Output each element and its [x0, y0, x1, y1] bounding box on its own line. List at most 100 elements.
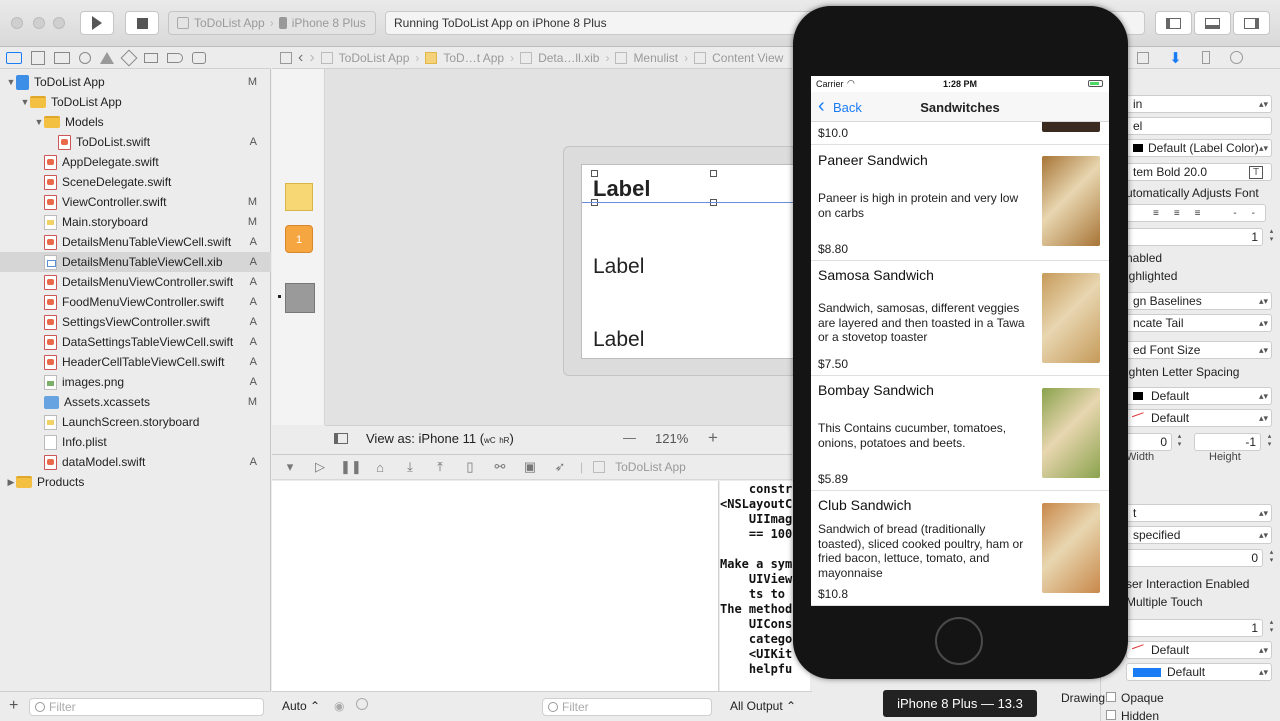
sandwich-cell[interactable]: Samosa Sandwich Sandwich, samosas, differ… [811, 261, 1109, 376]
shadow-height-stepper[interactable]: ▴ ▾ [1265, 433, 1274, 451]
home-button[interactable] [935, 617, 983, 665]
pause-icon[interactable]: ❚❚ [340, 459, 362, 475]
close-window-button[interactable] [11, 17, 23, 29]
toggle-navigator-button[interactable] [1155, 11, 1192, 35]
toggle-debug-area-button[interactable] [1194, 11, 1231, 35]
shadow-height-field[interactable]: -1 [1194, 433, 1261, 451]
sandwich-cell[interactable]: Bombay Sandwich This Contains cucumber, t… [811, 376, 1109, 491]
breakpoint-icon[interactable] [167, 52, 183, 63]
navigator-item[interactable]: HeaderCellTableViewCell.swift A [0, 352, 271, 372]
tint-popup[interactable]: Default ▴▾ [1126, 663, 1272, 681]
navigator-item[interactable]: ▼ ToDoList App [0, 92, 271, 112]
folder-icon[interactable] [6, 51, 22, 64]
breakpoints-toggle-icon[interactable]: ▷ [310, 459, 330, 475]
navigator-item[interactable]: DetailsMenuTableViewCell.xib A [0, 252, 271, 272]
alpha-stepper[interactable]: ▴ ▾ [1267, 619, 1276, 637]
output-selector[interactable]: All Output ⌃ [730, 699, 796, 713]
zoom-window-button[interactable] [53, 17, 65, 29]
connections-icon[interactable] [1229, 51, 1243, 64]
navigator-item[interactable]: ToDoList.swift A [0, 132, 271, 152]
navigator-item[interactable]: DataSettingsTableViewCell.swift A [0, 332, 271, 352]
step-in-icon[interactable]: ⤓ [400, 459, 420, 475]
navigator-item[interactable]: ▼ Models [0, 112, 271, 132]
jump-bar-crumb[interactable]: Content View [712, 51, 783, 65]
jump-bar-crumb[interactable]: Menulist [633, 51, 678, 65]
auto-adjust-label[interactable]: utomatically Adjusts Font [1126, 186, 1259, 200]
issue-icon[interactable] [100, 51, 114, 64]
alignment-control[interactable]: ≡≡≡ --- [1126, 204, 1266, 222]
shadow-color-popup[interactable]: Default ▴▾ [1126, 409, 1272, 427]
zoom-in-button[interactable]: + [708, 428, 718, 448]
shadow-width-field[interactable]: 0 [1126, 433, 1172, 451]
jump-bar-crumb[interactable]: Deta…ll.xib [538, 51, 599, 65]
label-text-field[interactable]: el [1126, 117, 1272, 135]
location-icon[interactable]: ➶ [550, 459, 570, 475]
alpha-field[interactable]: 1 [1126, 619, 1263, 637]
baseline-popup[interactable]: gn Baselines ▴▾ [1126, 292, 1272, 310]
files-owner-icon[interactable] [285, 183, 313, 211]
text-color-popup[interactable]: Default (Label Color) ▴▾ [1126, 139, 1272, 157]
view-as-label[interactable]: View as: iPhone 11 (wC hR) [366, 431, 514, 446]
navigator-item[interactable]: ▼ ToDoList App M [0, 72, 271, 92]
font-field[interactable]: tem Bold 20.0 T [1126, 163, 1272, 181]
related-items-icon[interactable] [280, 51, 292, 64]
disclosure-triangle-icon[interactable]: ▼ [6, 77, 16, 87]
variables-view[interactable] [272, 481, 719, 691]
hide-debug-icon[interactable]: ▾ [280, 459, 300, 475]
lines-field[interactable]: 1 [1126, 228, 1263, 246]
navigator-item[interactable]: ViewController.swift M [0, 192, 271, 212]
memory-graph-icon[interactable]: ⚯ [490, 459, 510, 475]
attributes-icon[interactable]: ⬇ [1169, 49, 1182, 67]
description-label[interactable]: Label [593, 255, 644, 279]
environment-overrides-icon[interactable]: ▣ [520, 459, 540, 475]
navigator-item[interactable]: SceneDelegate.swift [0, 172, 271, 192]
hidden-checkbox[interactable] [1106, 710, 1116, 720]
zoom-out-button[interactable]: — [623, 430, 636, 445]
price-label[interactable]: Label [593, 328, 644, 352]
navigator-item[interactable]: Assets.xcassets M [0, 392, 271, 412]
background-popup[interactable]: Default ▴▾ [1126, 641, 1272, 659]
navigator-item[interactable]: Main.storyboard M [0, 212, 271, 232]
tag-field[interactable]: 0 [1126, 549, 1263, 567]
disclosure-triangle-icon[interactable]: ▼ [20, 97, 30, 107]
scheme-selector[interactable]: ToDoList App › iPhone 8 Plus [168, 11, 376, 35]
tighten-spacing-label[interactable]: ighten Letter Spacing [1126, 365, 1239, 379]
auto-selector[interactable]: Auto ⌃ [282, 699, 320, 713]
first-responder-icon[interactable]: 1 [285, 225, 313, 253]
navigator-item[interactable]: SettingsViewController.swift A [0, 312, 271, 332]
document-outline-toggle-icon[interactable] [334, 433, 348, 444]
navigator-item[interactable]: ▶ Products [0, 472, 271, 492]
semantic-popup[interactable]: specified ▴▾ [1126, 526, 1272, 544]
identity-icon[interactable] [1137, 51, 1150, 64]
enabled-checkbox-label[interactable]: nabled [1126, 251, 1162, 265]
autoshrink-popup[interactable]: ed Font Size ▴▾ [1126, 341, 1272, 359]
report-icon[interactable] [192, 51, 206, 64]
jump-bar-crumb[interactable]: ToD…t App [443, 51, 504, 65]
step-over-icon[interactable]: ⌂ [370, 460, 390, 475]
highlighted-checkbox-label[interactable]: ighlighted [1126, 269, 1177, 283]
previous-cell[interactable]: $10.0 [811, 122, 1109, 145]
tag-stepper[interactable]: ▴ ▾ [1267, 549, 1276, 567]
shadow-width-stepper[interactable]: ▴ ▾ [1175, 433, 1184, 451]
navigator-item[interactable]: Info.plist [0, 432, 271, 452]
line-break-popup[interactable]: ncate Tail ▴▾ [1126, 314, 1272, 332]
test-icon[interactable] [120, 49, 138, 66]
text-type-popup[interactable]: in ▴▾ [1126, 95, 1272, 113]
navigator-item[interactable]: AppDelegate.swift [0, 152, 271, 172]
source-control-icon[interactable] [31, 50, 45, 65]
navigator-item[interactable]: FoodMenuViewController.swift A [0, 292, 271, 312]
lines-stepper[interactable]: ▴ ▾ [1267, 228, 1276, 246]
disclosure-triangle-icon[interactable]: ▼ [34, 117, 44, 127]
navigator-item[interactable]: DetailsMenuTableViewCell.swift A [0, 232, 271, 252]
user-interaction-label[interactable]: ser Interaction Enabled [1126, 577, 1249, 591]
cell-content-view[interactable]: Label Label Label [581, 164, 797, 359]
toggle-inspector-button[interactable] [1233, 11, 1270, 35]
back-icon[interactable]: ‹ [298, 49, 303, 67]
simulator-screen[interactable]: Carrier ◠ 1:28 PM ‹ Back Sandwitches $10… [811, 76, 1109, 606]
navigator-item[interactable]: images.png A [0, 372, 271, 392]
minimize-window-button[interactable] [33, 17, 45, 29]
symbol-icon[interactable] [54, 51, 70, 64]
opaque-checkbox[interactable] [1106, 692, 1116, 702]
size-icon[interactable] [1201, 51, 1210, 64]
view-debugger-icon[interactable]: ▯ [460, 459, 480, 475]
